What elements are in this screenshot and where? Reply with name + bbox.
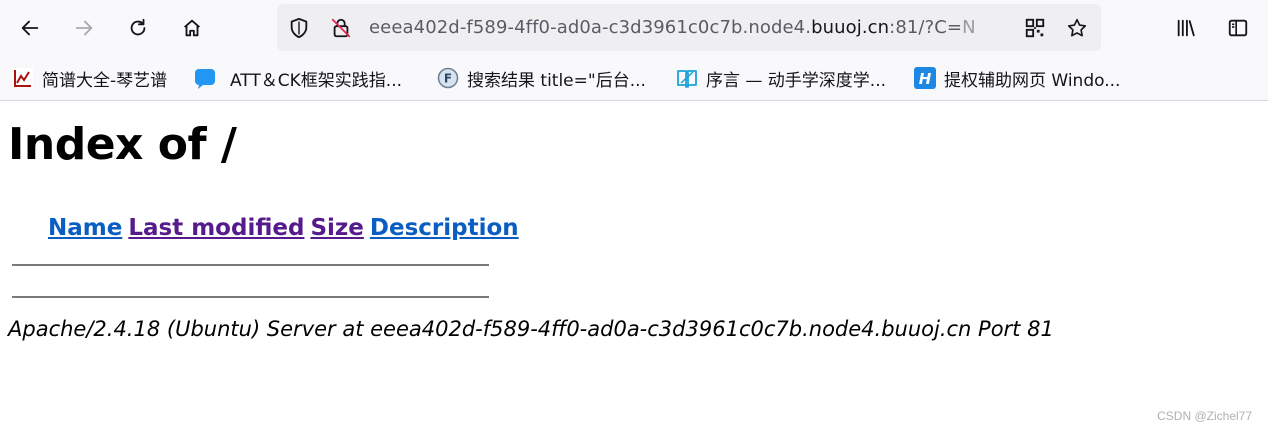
home-button[interactable] xyxy=(174,10,210,46)
library-button[interactable] xyxy=(1172,14,1200,42)
url-text[interactable]: eeea402d-f589-4ff0-ad0a-c3d3961c0c7b.nod… xyxy=(369,17,1041,41)
bookmark-label: 提权辅助网页 Windo... xyxy=(944,70,1121,91)
divider xyxy=(12,264,489,266)
url-host: buuoj.cn xyxy=(811,17,890,38)
bookmark-label: 简谱大全-琴艺谱 xyxy=(42,70,168,91)
server-signature: Apache/2.4.18 (Ubuntu) Server at eeea402… xyxy=(8,317,1054,341)
home-icon xyxy=(184,19,200,37)
reload-icon xyxy=(130,18,146,36)
column-header-size[interactable]: Size xyxy=(310,215,363,241)
column-header-description[interactable]: Description xyxy=(370,215,519,241)
bookmark-item[interactable]: 序言 — 动手学深度学... xyxy=(676,66,887,91)
column-header-last-modified[interactable]: Last modified xyxy=(128,215,304,241)
fofa-icon: F xyxy=(437,67,459,89)
bookmark-label: ATT＆CK框架实践指... xyxy=(230,70,403,91)
tracking-protection-shield-icon[interactable] xyxy=(287,16,311,40)
address-bar[interactable]: eeea402d-f589-4ff0-ad0a-c3d3961c0c7b.nod… xyxy=(277,4,1101,51)
qinyipu-icon xyxy=(12,67,34,89)
column-header-name[interactable]: Name xyxy=(48,215,122,241)
watermark: CSDN @Zichel77 xyxy=(1157,409,1252,423)
bookmark-item[interactable]: ATT＆CK框架实践指... xyxy=(194,66,403,91)
sidebar-icon xyxy=(1228,19,1248,37)
insecure-lock-icon[interactable] xyxy=(329,16,353,40)
page-title: Index of / xyxy=(8,119,237,170)
sidebar-button[interactable] xyxy=(1224,14,1252,42)
url-fade: N xyxy=(962,17,976,38)
url-prefix: eeea402d-f589-4ff0-ad0a-c3d3961c0c7b.nod… xyxy=(369,17,812,38)
forward-button[interactable] xyxy=(66,10,102,46)
bookmarks-toolbar: 简谱大全-琴艺谱 ATT＆CK框架实践指... F 搜索结果 title="后台… xyxy=(0,56,1268,101)
back-arrow-icon xyxy=(21,20,39,36)
chat-bubble-icon xyxy=(194,67,216,89)
bookmark-item[interactable]: 简谱大全-琴艺谱 xyxy=(12,66,168,91)
bookmark-item[interactable]: H 提权辅助网页 Windo... xyxy=(914,66,1121,91)
book-icon xyxy=(676,67,698,89)
url-suffix: :81/?C= xyxy=(889,17,963,38)
page-content: Index of / Name Last modified Size Descript… xyxy=(0,101,1268,431)
bookmark-star-icon[interactable] xyxy=(1065,16,1089,40)
back-button[interactable] xyxy=(12,10,48,46)
svg-text:F: F xyxy=(444,72,452,86)
bookmark-label: 搜索结果 title="后台... xyxy=(467,70,646,91)
divider xyxy=(12,296,489,298)
svg-text:H: H xyxy=(919,70,932,88)
column-headers: Name Last modified Size Description xyxy=(48,215,525,241)
bookmark-item[interactable]: F 搜索结果 title="后台... xyxy=(437,66,646,91)
bookmark-label: 序言 — 动手学深度学... xyxy=(706,70,887,91)
h-icon: H xyxy=(914,67,936,89)
forward-arrow-icon xyxy=(75,20,93,36)
library-icon xyxy=(1177,19,1195,37)
qr-code-icon[interactable] xyxy=(1023,16,1047,40)
browser-toolbar: eeea402d-f589-4ff0-ad0a-c3d3961c0c7b.nod… xyxy=(0,0,1268,56)
reload-button[interactable] xyxy=(120,10,156,46)
